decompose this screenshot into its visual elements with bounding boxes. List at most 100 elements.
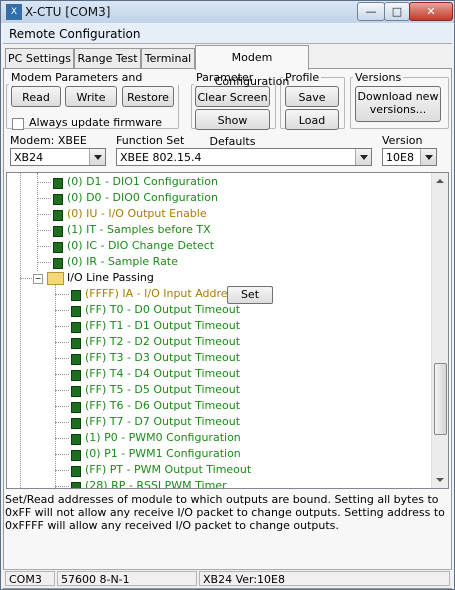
- parameter-text: (FF) T3 - D3 Output Timeout: [85, 351, 241, 364]
- minimize-button[interactable]: —: [357, 2, 385, 21]
- parameter-text: (FF) T5 - D5 Output Timeout: [85, 383, 241, 396]
- parameter-leaf-icon: [53, 258, 63, 269]
- write-button[interactable]: Write: [65, 86, 117, 107]
- function-set-select[interactable]: XBEE 802.15.4: [116, 148, 372, 166]
- download-label-line1: Download new: [357, 90, 439, 103]
- parameter-leaf-icon: [71, 290, 81, 301]
- tree-guide-line: [37, 262, 51, 263]
- parameter-leaf-icon: [53, 210, 63, 221]
- modem-label: Modem: XBEE: [10, 134, 87, 147]
- tree-guide-line: [55, 486, 69, 487]
- versions-legend: Versions: [355, 71, 402, 84]
- tree-guide-line: [55, 358, 69, 359]
- parameter-leaf-icon: [71, 450, 81, 461]
- modem-select[interactable]: XB24: [10, 148, 106, 166]
- tree-guide-line: [55, 294, 69, 295]
- title-bar[interactable]: X X-CTU [COM3] — □ ✕: [1, 1, 454, 23]
- chevron-down-icon: [420, 149, 436, 165]
- scroll-down-arrow-icon[interactable]: [432, 472, 448, 488]
- tab-terminal[interactable]: Terminal: [141, 48, 195, 69]
- status-bar: COM3 57600 8-N-1 FLOW:NONE XB24 Ver:10E8: [3, 569, 452, 589]
- parameter-leaf-icon: [71, 306, 81, 317]
- parameter-leaf-icon: [71, 418, 81, 429]
- version-select[interactable]: 10E8: [382, 148, 437, 166]
- collapse-icon[interactable]: −: [33, 274, 43, 284]
- tree-guide-line: [55, 438, 69, 439]
- tree-guide-line: [20, 278, 34, 279]
- parameter-text: (0) IC - DIO Change Detect: [67, 239, 215, 252]
- tree-guide-line: [55, 470, 69, 471]
- restore-button[interactable]: Restore: [122, 86, 174, 107]
- parameter-leaf-icon: [71, 434, 81, 445]
- tree-guide-line: [37, 182, 51, 183]
- folder-open-icon: [47, 272, 64, 285]
- save-button[interactable]: Save: [285, 86, 339, 107]
- parameter-leaf-icon: [71, 402, 81, 413]
- parameter-leaf-icon: [71, 322, 81, 333]
- tree-guide-line: [37, 173, 38, 271]
- folder-label: I/O Line Passing: [67, 271, 154, 284]
- parameter-text: (28) RP - RSSI PWM Timer: [85, 479, 227, 489]
- parameter-text: (0) D1 - DIO1 Configuration: [67, 175, 218, 188]
- parameter-leaf-icon: [71, 386, 81, 397]
- show-defaults-button[interactable]: Show Defaults: [195, 109, 270, 148]
- always-update-checkbox[interactable]: [12, 118, 24, 130]
- status-modem: XB24 Ver:10E8: [199, 571, 450, 586]
- tree-guide-line: [37, 214, 51, 215]
- parameter-leaf-icon: [53, 194, 63, 205]
- parameter-tree[interactable]: (0) D1 - DIO1 Configuration (0) D0 - DIO0…: [6, 172, 449, 489]
- parameter-leaf-icon: [53, 242, 63, 253]
- parameter-leaf-icon: [71, 466, 81, 477]
- tab-pc-settings[interactable]: PC Settings: [5, 48, 74, 69]
- parameter-text: (0) IR - Sample Rate: [67, 255, 178, 268]
- parameter-text: (FF) PT - PWM Output Timeout: [85, 463, 252, 476]
- tree-folder-io-line-passing[interactable]: I/O Line Passing: [67, 270, 154, 286]
- close-button[interactable]: ✕: [409, 2, 453, 21]
- version-select-value: 10E8: [386, 151, 414, 164]
- header-title: Remote Configuration: [9, 27, 141, 41]
- parameter-text: (FF) T7 - D7 Output Timeout: [85, 415, 241, 428]
- read-button[interactable]: Read: [11, 86, 61, 107]
- window-title: X-CTU [COM3]: [25, 5, 111, 19]
- parameter-text: (0) P1 - PWM1 Configuration: [85, 447, 241, 460]
- tree-guide-line: [37, 198, 51, 199]
- parameter-text: (FF) T2 - D2 Output Timeout: [85, 335, 241, 348]
- status-settings: 57600 8-N-1 FLOW:NONE: [57, 571, 197, 589]
- tree-guide-line: [20, 173, 21, 488]
- tree-guide-line: [55, 454, 69, 455]
- tree-guide-line: [55, 422, 69, 423]
- parameter-leaf-icon: [71, 338, 81, 349]
- parameter-text: (FF) T0 - D0 Output Timeout: [85, 303, 241, 316]
- function-set-label: Function Set: [116, 134, 185, 147]
- tree-guide-line: [55, 406, 69, 407]
- modem-select-value: XB24: [14, 151, 44, 164]
- parameter-leaf-icon: [71, 482, 81, 488]
- tree-scrollbar[interactable]: [431, 173, 448, 488]
- parameter-leaf-icon: [53, 178, 63, 189]
- maximize-button[interactable]: □: [384, 2, 410, 21]
- parameter-text: (1) P0 - PWM0 Configuration: [85, 431, 241, 444]
- tab-range-test[interactable]: Range Test: [74, 48, 141, 69]
- version-label: Version: [382, 134, 423, 147]
- chevron-down-icon: [355, 149, 371, 165]
- tree-guide-line: [55, 390, 69, 391]
- tree-guide-line: [55, 283, 56, 488]
- parameter-text: (FFFF) IA - I/O Input Address: [85, 287, 240, 300]
- client-area: Remote Configuration PC Settings Range T…: [3, 24, 452, 589]
- scroll-up-arrow-icon[interactable]: [432, 173, 448, 189]
- set-button[interactable]: Set: [227, 286, 273, 304]
- load-button[interactable]: Load: [285, 109, 339, 130]
- parameter-leaf-icon: [53, 226, 63, 237]
- tree-guide-line: [55, 342, 69, 343]
- function-set-select-value: XBEE 802.15.4: [120, 151, 202, 164]
- parameter-text: (FF) T6 - D6 Output Timeout: [85, 399, 241, 412]
- parameter-description: Set/Read addresses of module to which ou…: [5, 493, 445, 532]
- status-port: COM3: [5, 571, 55, 586]
- tab-modem-configuration[interactable]: Modem Configuration: [195, 45, 309, 88]
- tree-guide-line: [55, 326, 69, 327]
- header-bar: Remote Configuration: [3, 24, 452, 44]
- scrollbar-thumb[interactable]: [434, 363, 447, 435]
- download-versions-button[interactable]: Download new versions...: [355, 86, 441, 122]
- tree-guide-line: [37, 230, 51, 231]
- parameter-leaf-icon: [71, 370, 81, 381]
